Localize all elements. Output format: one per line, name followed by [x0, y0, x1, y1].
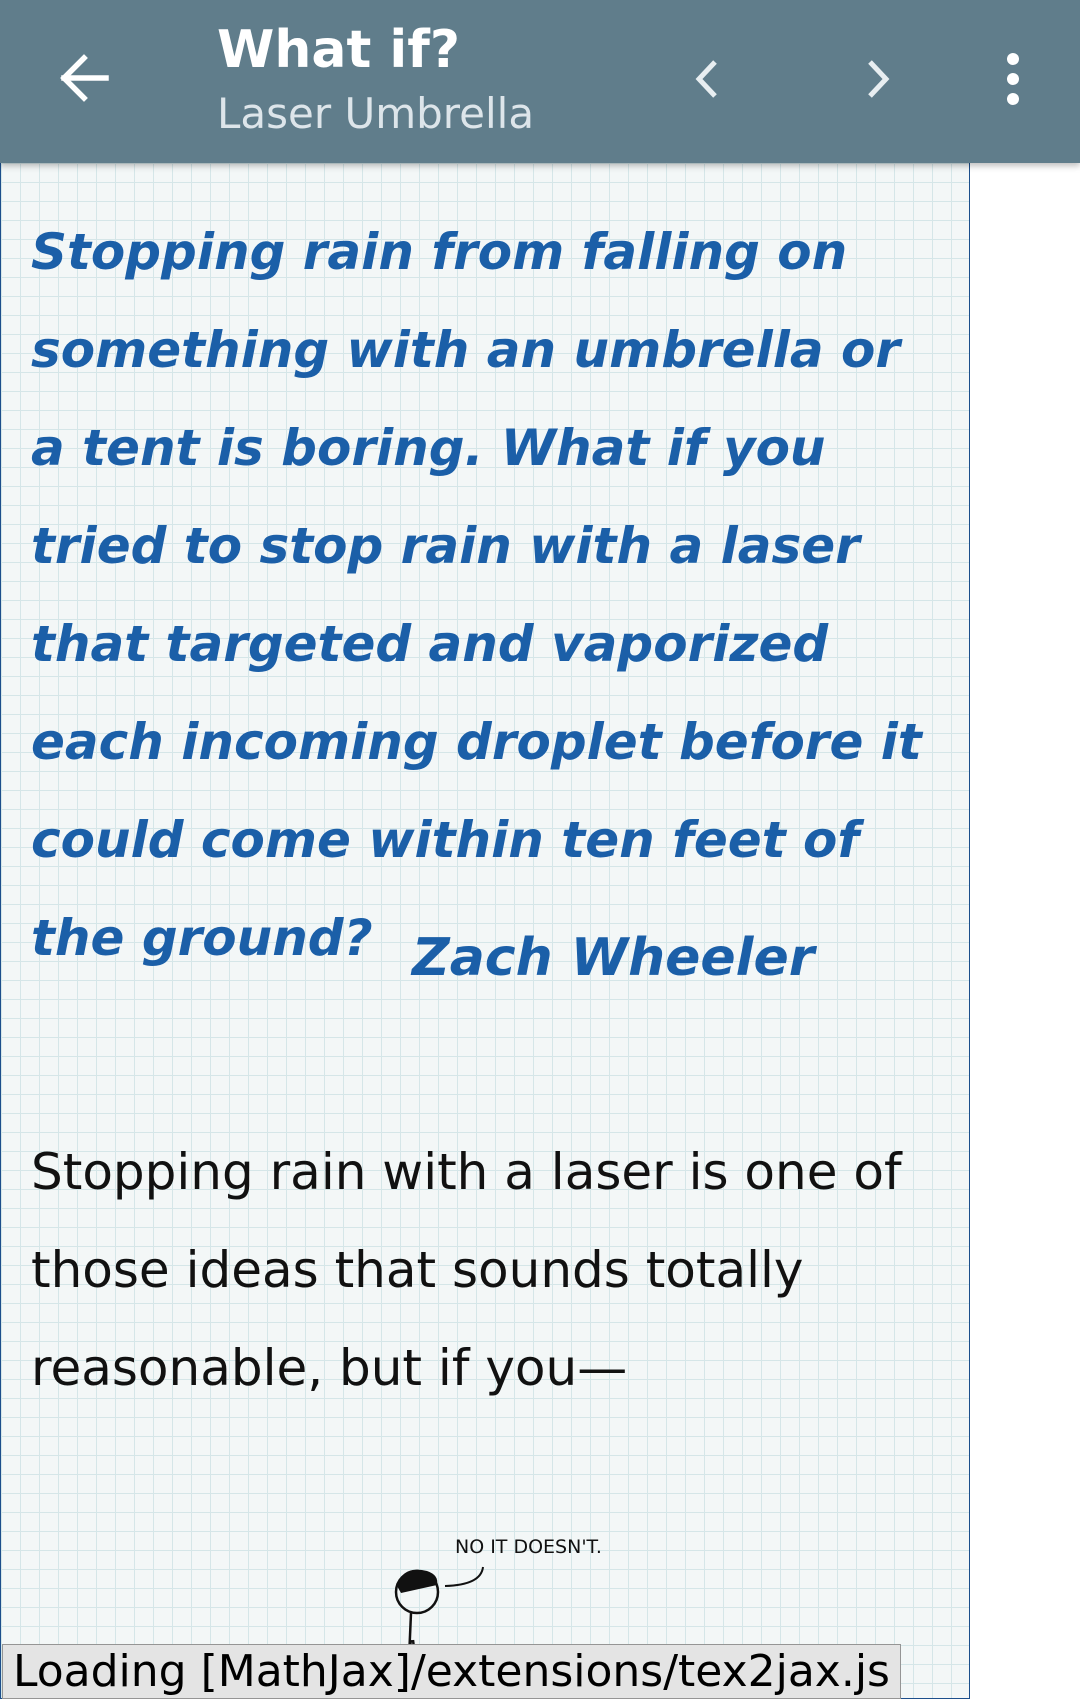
app-bar: What if? Laser Umbrella [0, 0, 1080, 163]
article-subtitle: Laser Umbrella [217, 89, 535, 138]
more-vertical-icon [1007, 53, 1019, 105]
chevron-left-icon [695, 60, 717, 98]
arrow-left-icon [60, 54, 109, 102]
mathjax-loading-status: Loading [MathJax]/extensions/tex2jax.js [2, 1644, 901, 1699]
comic-caption: NO IT DOESN'T. [455, 1536, 602, 1558]
next-article-button[interactable] [842, 44, 912, 114]
article-paragraph: Stopping rain with a laser is one of tho… [31, 1143, 902, 1397]
chevron-right-icon [868, 60, 890, 98]
question-attribution: Zach Wheeler [412, 928, 815, 988]
reader-question: Stopping rain from falling on something … [31, 223, 922, 967]
back-button[interactable] [52, 42, 116, 114]
app-title: What if? [217, 20, 461, 80]
overflow-menu-button[interactable] [978, 44, 1048, 114]
article-page[interactable]: Stopping rain from falling on something … [0, 163, 970, 1699]
previous-article-button[interactable] [673, 44, 743, 114]
title-block: What if? Laser Umbrella [217, 14, 657, 142]
